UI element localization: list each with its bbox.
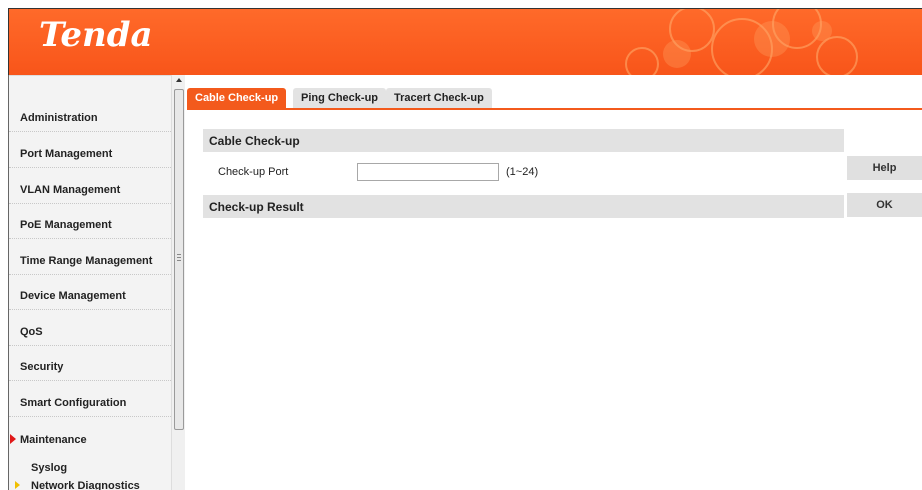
tenda-logo: Tenda (39, 15, 153, 55)
tab-tracert-check-up[interactable]: Tracert Check-up (386, 88, 492, 109)
sidebar-nav: Administration Port Management VLAN Mana… (9, 75, 171, 490)
sidebar-item-label: Smart Configuration (20, 397, 127, 409)
sidebar-item-label: Device Management (20, 290, 126, 302)
section-title: Check-up Result (209, 200, 304, 214)
sidebar-item-label: PoE Management (20, 219, 112, 231)
sidebar-item-label: Maintenance (20, 434, 87, 446)
sidebar-item-administration[interactable]: Administration (9, 96, 171, 132)
grip-icon (177, 254, 181, 261)
sidebar-subitem-label: Syslog (31, 462, 68, 474)
sidebar-item-label: Port Management (20, 148, 113, 160)
tab-underline (187, 108, 922, 110)
sidebar-item-qos[interactable]: QoS (9, 310, 171, 346)
ok-button[interactable]: OK (847, 193, 922, 217)
tab-cable-check-up[interactable]: Cable Check-up (187, 88, 287, 109)
selected-arrow-icon (15, 481, 20, 489)
tab-bar: Cable Check-up Ping Check-up Tracert Che… (187, 88, 922, 109)
sidebar-item-label: VLAN Management (20, 184, 121, 196)
tab-ping-check-up[interactable]: Ping Check-up (293, 88, 387, 109)
sidebar-item-smart-configuration[interactable]: Smart Configuration (9, 381, 171, 417)
sidebar-scrollbar[interactable] (171, 75, 185, 490)
sidebar-item-label: QoS (20, 326, 43, 338)
sidebar-item-security[interactable]: Security (9, 345, 171, 381)
sidebar-subitem-syslog[interactable]: Syslog (9, 460, 171, 476)
sidebar-subitem-network-diagnostics[interactable]: Network Diagnostics (9, 478, 171, 490)
sidebar-item-device-management[interactable]: Device Management (9, 274, 171, 310)
sidebar-item-time-range-management[interactable]: Time Range Management (9, 239, 171, 275)
sidebar-item-port-management[interactable]: Port Management (9, 132, 171, 168)
sidebar-item-label: Security (20, 361, 64, 373)
sidebar-subitem-label: Network Diagnostics (31, 480, 140, 490)
sidebar-item-vlan-management[interactable]: VLAN Management (9, 168, 171, 204)
expanded-arrow-icon (10, 434, 16, 444)
check-up-port-input[interactable] (357, 163, 499, 181)
cable-check-up-section-header: Cable Check-up (203, 129, 844, 152)
help-button[interactable]: Help (847, 156, 922, 180)
header-banner: Tenda (8, 8, 922, 75)
section-title: Cable Check-up (209, 134, 300, 148)
decorative-circles-graphic (625, 9, 858, 75)
sidebar-item-label: Time Range Management (20, 255, 153, 267)
sidebar-item-label: Administration (20, 112, 98, 124)
sidebar-item-maintenance[interactable]: Maintenance (9, 416, 171, 450)
scrollbar-thumb[interactable] (174, 89, 184, 430)
port-range-hint: (1~24) (506, 166, 539, 178)
scroll-up-arrow-icon[interactable] (176, 78, 182, 82)
check-up-result-section-header: Check-up Result (203, 195, 844, 218)
sidebar-item-poe-management[interactable]: PoE Management (9, 203, 171, 239)
check-up-port-label: Check-up Port (218, 166, 289, 178)
